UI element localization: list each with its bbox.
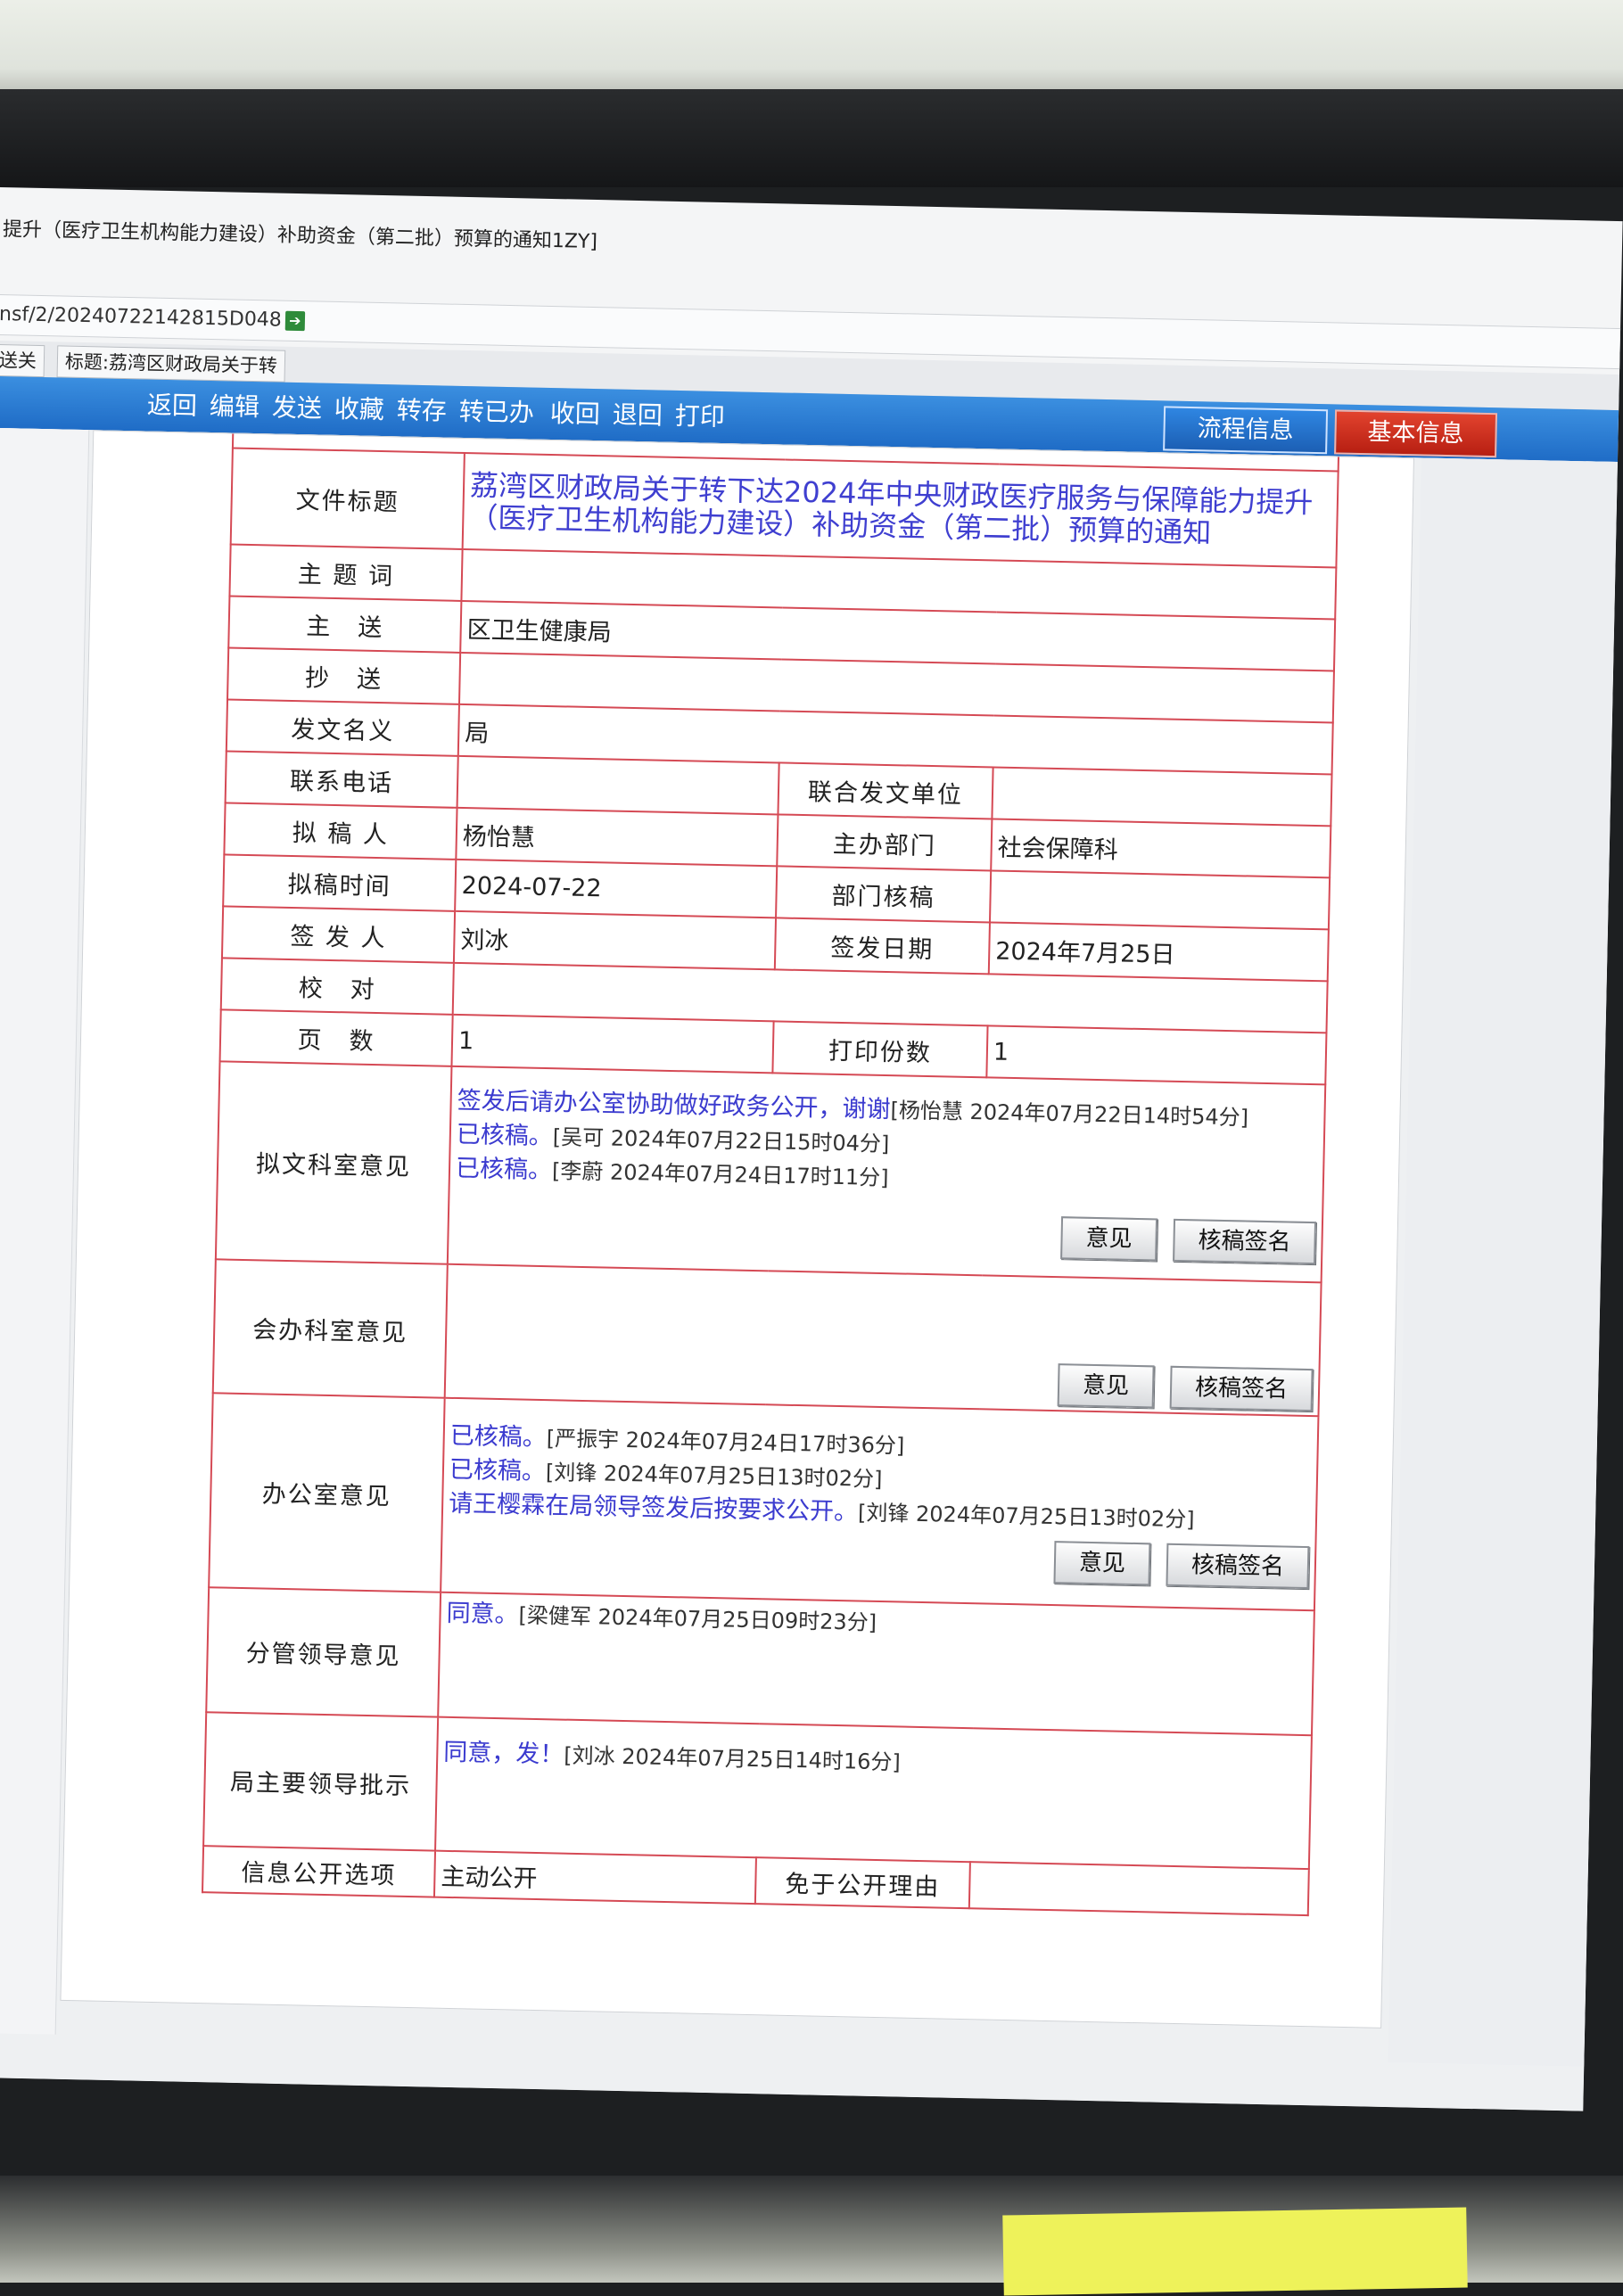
sign-review-button[interactable]: 核稿签名 [1166,1543,1310,1590]
doc-title-label: 文件标题 [230,448,465,549]
window-title: 提升（医疗卫生机构能力建设）补助资金（第二批）预算的通知1ZY] [2,218,598,254]
opinion-button-row: 意见 核稿签名 [451,1333,1314,1412]
draft-time-label: 拟稿时间 [223,854,457,911]
opinion-text: 已核稿。 [449,1421,548,1452]
co-dept-opinion-cell: 意见 核稿签名 [444,1263,1322,1417]
opinion-button[interactable]: 意见 [1057,1363,1155,1409]
send-button[interactable]: 发送 [271,391,323,425]
opinion-text: 请王樱霖在局领导签发后按要求公开。 [448,1489,859,1527]
sign-date-label: 签发日期 [774,918,990,975]
monitor-bezel [0,89,1623,187]
host-dept-label: 主办部门 [777,814,993,871]
cc-label: 抄 送 [227,647,461,704]
chief-instruction-label: 局主要领导批示 [203,1712,439,1851]
right-panel [1388,457,1618,2067]
office-opinion-cell: 已核稿。[严振宇 2024年07月24日17时36分] 已核稿。[刘锋 2024… [441,1397,1319,1611]
go-arrow-icon[interactable]: ➔ [284,310,306,332]
sign-review-button[interactable]: 核稿签名 [1173,1218,1317,1265]
opinion-text: 已核稿。 [456,1120,554,1151]
table-row: 会办科室意见 意见 核稿签名 [212,1259,1322,1417]
table-row: 拟文科室意见 签发后请办公室协助做好政务公开，谢谢[杨怡慧 2024年07月22… [215,1061,1326,1283]
joint-unit-label: 联合发文单位 [778,762,993,819]
opinion-meta: [梁健军 2024年07月25日09时23分] [518,1602,877,1635]
background-wall [0,0,1623,98]
dept-review-value [989,870,1331,930]
favorite-button[interactable]: 收藏 [334,392,385,427]
exempt-reason-value [968,1862,1309,1916]
draft-time-value: 2024-07-22 [455,859,778,918]
proofread-label: 校 对 [220,958,454,1015]
drafting-dept-opinion-cell: 签发后请办公室协助做好政务公开，谢谢[杨怡慧 2024年07月22日14时54分… [447,1066,1326,1283]
opinion-meta: [吴可 2024年07月22日15时04分] [552,1124,890,1157]
office-opinion-label: 办公室意见 [209,1393,445,1592]
signer-value: 刘冰 [453,910,777,970]
leader-opinion-cell: 同意。[梁健军 2024年07月25日09时23分] [438,1592,1314,1736]
phone-label: 联系电话 [225,751,458,808]
address-text[interactable]: nsf/2/20240722142815D048 [0,303,282,332]
monitor-screen: 提升（医疗卫生机构能力建设）补助资金（第二批）预算的通知1ZY] nsf/2/2… [0,187,1623,2111]
tab-item-document[interactable]: 标题:荔湾区财政局关于转 [56,345,286,383]
host-dept-value: 社会保障科 [991,819,1331,878]
basic-info-button[interactable]: 基本信息 [1334,409,1498,458]
chief-instruction-cell: 同意，发！[刘冰 2024年07月25日14时16分] [435,1716,1312,1870]
pages-label: 页 数 [219,1009,453,1066]
tab-item[interactable]: 送关 [0,343,45,378]
edit-button[interactable]: 编辑 [210,390,260,424]
back-button[interactable]: 返回 [147,389,198,424]
print-button[interactable]: 打印 [674,399,725,434]
mark-done-button[interactable]: 转已办 [458,395,535,431]
save-as-button[interactable]: 转存 [396,393,448,428]
opinion-meta: [李蔚 2024年07月24日17时11分] [551,1158,889,1191]
opinion-meta: [刘冰 2024年07月25日14时16分] [564,1742,902,1775]
opinion-meta: [刘锋 2024年07月25日13时02分] [857,1500,1195,1533]
print-copies-label: 打印份数 [772,1021,988,1078]
pages-value: 1 [451,1014,774,1074]
co-dept-opinion-label: 会办科室意见 [212,1259,448,1398]
opinion-text: 签发后请办公室协助做好政务公开，谢谢 [457,1086,891,1124]
drafting-dept-opinion-label: 拟文科室意见 [215,1061,452,1264]
joint-unit-value [992,767,1332,827]
opinion-meta: [杨怡慧 2024年07月22日14时54分] [890,1098,1249,1131]
document-form: 文件标题 荔湾区财政局关于转下达2024年中央财政医疗服务与保障能力提升（医疗卫… [202,433,1339,1917]
content-area: 文件标题 荔湾区财政局关于转下达2024年中央财政医疗服务与保障能力提升（医疗卫… [0,427,1618,2111]
sign-review-button[interactable]: 核稿签名 [1169,1365,1314,1412]
opinion-text: 已核稿。 [455,1154,553,1185]
opinion-meta: [严振宇 2024年07月24日17时36分] [546,1426,905,1459]
exempt-reason-label: 免于公开理由 [754,1857,970,1909]
opinion-text: 已核稿。 [449,1455,547,1486]
doc-title-value: 荔湾区财政局关于转下达2024年中央财政医疗服务与保障能力提升（医疗卫生机构能力… [462,452,1339,568]
opinion-entry: 同意，发！[刘冰 2024年07月25日14时16分] [443,1736,1306,1788]
return-button[interactable]: 退回 [612,398,663,432]
table-row: 分管领导意见 同意。[梁健军 2024年07月25日09时23分] [206,1587,1314,1736]
print-copies-value: 1 [986,1025,1327,1085]
sign-date-value: 2024年7月25日 [988,922,1329,982]
flow-info-button[interactable]: 流程信息 [1163,406,1329,455]
table-row: 办公室意见 已核稿。[严振宇 2024年07月24日17时36分] 已核稿。[刘… [209,1393,1319,1611]
phone-value [457,755,779,815]
keywords-label: 主 题 词 [229,544,463,601]
opinion-meta: [刘锋 2024年07月25日13时02分] [545,1460,883,1493]
disclosure-value: 主动公开 [433,1850,756,1905]
opinion-text: 同意，发！ [443,1738,564,1769]
opinion-button[interactable]: 意见 [1053,1541,1151,1586]
signer-label: 签 发 人 [221,906,456,963]
drafter-value: 杨怡慧 [456,807,779,867]
document-page: 文件标题 荔湾区财政局关于转下达2024年中央财政医疗服务与保障能力提升（医疗卫… [60,430,1414,2029]
opinion-button[interactable]: 意见 [1060,1216,1158,1262]
main-to-label: 主 送 [228,596,462,653]
dept-review-label: 部门核稿 [776,866,992,923]
opinion-text: 同意。 [446,1599,519,1629]
recall-button[interactable]: 收回 [549,397,600,432]
disclosure-label: 信息公开选项 [202,1846,436,1897]
issuer-name-label: 发文名义 [226,699,459,756]
table-row: 局主要领导批示 同意，发！[刘冰 2024年07月25日14时16分] [203,1712,1312,1870]
drafter-label: 拟 稿 人 [224,802,457,860]
leader-opinion-label: 分管领导意见 [206,1587,441,1717]
